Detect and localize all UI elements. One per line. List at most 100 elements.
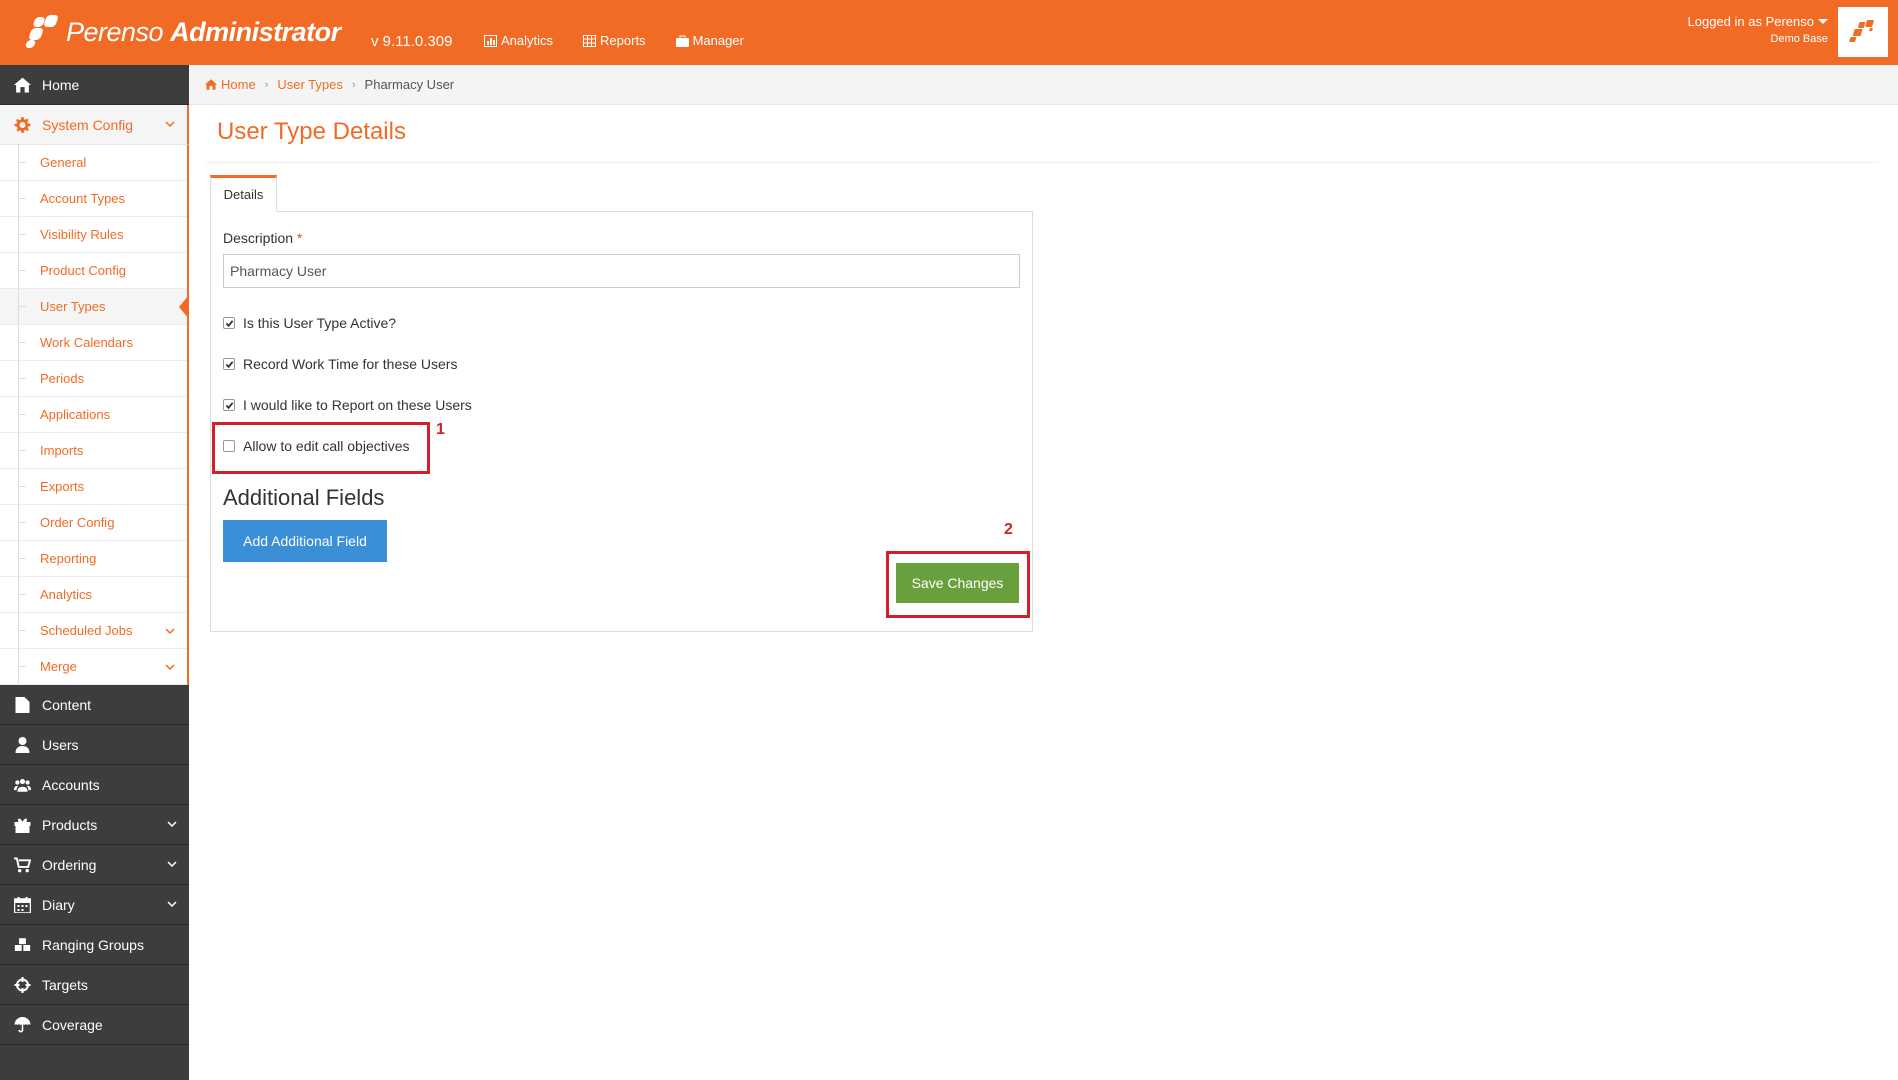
version-label: v 9.11.0.309 <box>371 33 453 50</box>
sidebar-item-label: Diary <box>42 896 75 913</box>
sidebar-item-diary[interactable]: Diary <box>0 885 189 925</box>
chevron-down-icon <box>167 821 177 828</box>
database-label: Demo Base <box>1770 33 1828 45</box>
perenso-logo-icon <box>24 15 60 49</box>
document-icon <box>12 696 32 714</box>
sidebar-item-system-config[interactable]: System Config <box>0 105 189 145</box>
sidebar-item-label: Visibility Rules <box>40 227 124 242</box>
sidebar-item-applications[interactable]: Applications <box>0 397 187 433</box>
check-icon <box>225 360 233 368</box>
table-icon <box>583 34 597 47</box>
sidebar-item-label: Accounts <box>42 776 100 793</box>
sidebar-item-label: Analytics <box>40 587 93 602</box>
report-on-users-checkbox[interactable] <box>223 399 235 411</box>
nav-reports[interactable]: Reports <box>583 33 646 48</box>
logged-in-row: Logged in as Perenso <box>1688 14 1828 29</box>
sidebar-item-product-config[interactable]: Product Config <box>0 253 187 289</box>
save-changes-button[interactable]: Save Changes <box>896 563 1019 603</box>
sidebar-item-general[interactable]: General <box>0 145 187 181</box>
brand-name: Perenso Administrator <box>66 16 341 47</box>
sidebar-item-visibility-rules[interactable]: Visibility Rules <box>0 217 187 253</box>
highlight-box-1 <box>212 422 430 474</box>
nav-analytics-label: Analytics <box>501 33 554 48</box>
sidebar-item-reporting[interactable]: Reporting <box>0 541 187 577</box>
home-icon <box>205 79 217 90</box>
sidebar-item-work-calendars[interactable]: Work Calendars <box>0 325 187 361</box>
report-on-users-checkbox-label: I would like to Report on these Users <box>243 397 472 413</box>
sidebar-item-coverage[interactable]: Coverage <box>0 1005 189 1045</box>
selected-indicator <box>179 295 189 319</box>
sidebar-item-analytics[interactable]: Analytics <box>0 577 187 613</box>
sidebar-item-user-types[interactable]: User Types <box>0 289 189 325</box>
brand[interactable]: Perenso Administrator <box>24 8 341 56</box>
record-work-time-checkbox[interactable] <box>223 358 235 370</box>
sidebar-item-content[interactable]: Content <box>0 685 189 725</box>
active-checkbox-row[interactable]: Is this User Type Active? <box>223 315 396 331</box>
users-group-icon <box>12 776 32 794</box>
sidebar-item-label: System Config <box>42 116 134 133</box>
tab-details[interactable]: Details <box>210 175 277 212</box>
nav-manager[interactable]: Manager <box>675 33 744 48</box>
sidebar-item-label: User Types <box>40 299 106 314</box>
sidebar-item-label: Applications <box>40 407 111 422</box>
active-checkbox[interactable] <box>223 317 235 329</box>
annotation-number-1: 1 <box>436 421 445 438</box>
crosshairs-icon <box>12 976 32 994</box>
sidebar-item-targets[interactable]: Targets <box>0 965 189 1005</box>
sidebar-item-order-config[interactable]: Order Config <box>0 505 187 541</box>
title-divider <box>206 162 1878 163</box>
sidebar: Home System Config General Account Types… <box>0 65 189 1080</box>
top-bar: Perenso Administrator v 9.11.0.309 Analy… <box>0 0 1898 65</box>
sidebar-item-ranging-groups[interactable]: Ranging Groups <box>0 925 189 965</box>
record-work-time-checkbox-label: Record Work Time for these Users <box>243 356 458 372</box>
record-work-time-checkbox-row[interactable]: Record Work Time for these Users <box>223 356 457 372</box>
sidebar-item-scheduled-jobs[interactable]: Scheduled Jobs <box>0 613 187 649</box>
description-label: Description * <box>223 230 303 246</box>
user-menu[interactable]: Logged in as Perenso Demo Base <box>1688 14 1828 45</box>
sidebar-item-accounts[interactable]: Accounts <box>0 765 189 805</box>
breadcrumb-current: Pharmacy User <box>364 77 455 92</box>
sidebar-item-home[interactable]: Home <box>0 65 189 105</box>
nav-reports-label: Reports <box>600 33 646 48</box>
system-config-submenu: General Account Types Visibility Rules P… <box>0 145 189 685</box>
chevron-down-icon <box>167 861 177 868</box>
sidebar-item-exports[interactable]: Exports <box>0 469 187 505</box>
cubes-icon <box>12 936 32 954</box>
breadcrumb: Home › User Types › Pharmacy User <box>189 65 1898 105</box>
breadcrumb-home[interactable]: Home <box>221 77 256 92</box>
sidebar-item-users[interactable]: Users <box>0 725 189 765</box>
sidebar-item-merge[interactable]: Merge <box>0 649 187 685</box>
description-input[interactable] <box>223 254 1020 288</box>
sidebar-item-label: Coverage <box>42 1016 103 1033</box>
sidebar-item-periods[interactable]: Periods <box>0 361 187 397</box>
umbrella-icon <box>12 1016 32 1034</box>
add-additional-field-button[interactable]: Add Additional Field <box>223 520 387 562</box>
sidebar-bottom-group: Content Users Accounts Products Ordering… <box>0 685 189 1045</box>
nav-analytics[interactable]: Analytics <box>484 33 553 48</box>
logged-in-label: Logged in as Perenso <box>1687 14 1814 29</box>
check-icon <box>225 319 233 327</box>
sidebar-item-label: General <box>40 155 87 170</box>
annotation-number-2: 2 <box>1004 521 1013 538</box>
breadcrumb-user-types[interactable]: User Types <box>277 77 343 92</box>
sidebar-item-label: Periods <box>40 371 85 386</box>
report-on-users-checkbox-row[interactable]: I would like to Report on these Users <box>223 397 472 413</box>
sidebar-item-imports[interactable]: Imports <box>0 433 187 469</box>
sidebar-item-label: Targets <box>42 976 88 993</box>
sidebar-item-label: Users <box>42 736 79 753</box>
gift-icon <box>12 816 32 834</box>
chart-icon <box>484 34 497 47</box>
additional-fields-heading: Additional Fields <box>223 485 385 510</box>
active-checkbox-label: Is this User Type Active? <box>243 315 397 331</box>
chevron-down-icon <box>165 628 175 635</box>
home-icon <box>12 76 32 94</box>
chevron-down-icon <box>167 901 177 908</box>
sidebar-item-label: Ordering <box>42 856 97 873</box>
user-icon <box>12 736 32 754</box>
sidebar-item-label: Product Config <box>40 263 126 278</box>
sidebar-item-label: Merge <box>40 659 77 674</box>
sidebar-item-ordering[interactable]: Ordering <box>0 845 189 885</box>
sidebar-item-products[interactable]: Products <box>0 805 189 845</box>
sidebar-item-account-types[interactable]: Account Types <box>0 181 187 217</box>
avatar[interactable] <box>1838 7 1888 57</box>
